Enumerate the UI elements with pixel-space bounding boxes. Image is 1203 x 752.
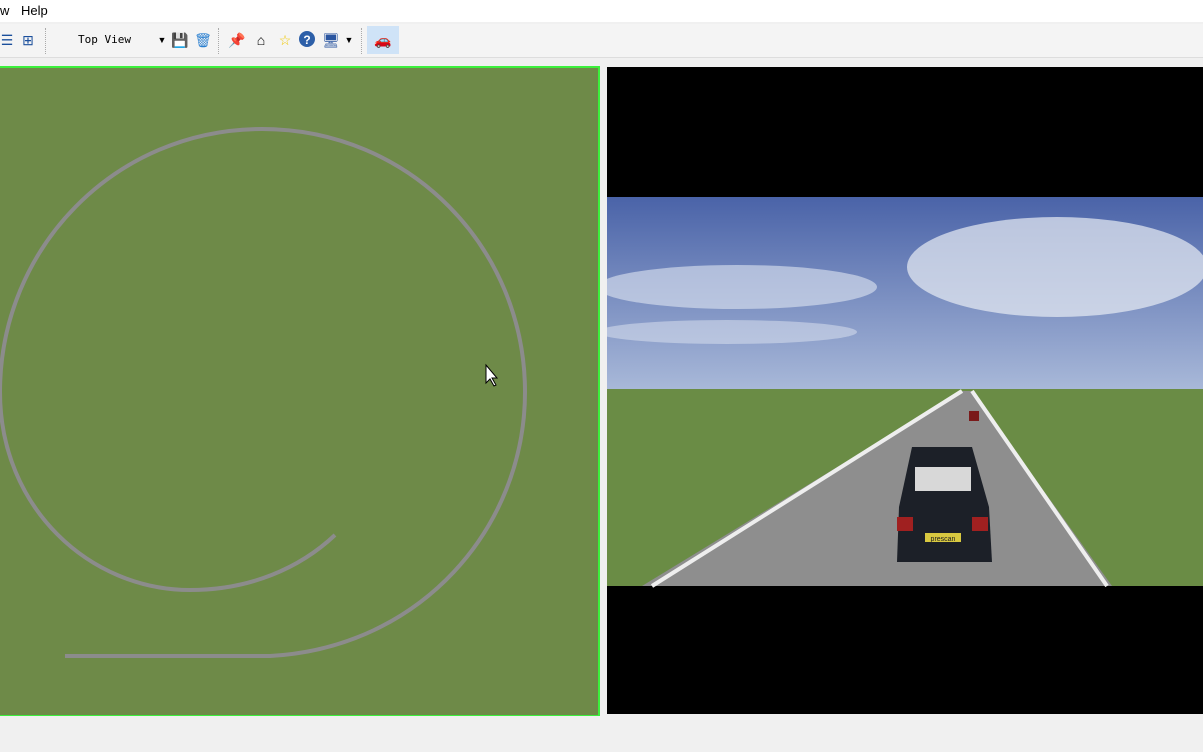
license-plate-text: prescan xyxy=(931,536,956,543)
pin-icon[interactable]: 📌 xyxy=(228,31,246,49)
status-bar xyxy=(0,716,1203,752)
track-map xyxy=(0,126,528,658)
separator xyxy=(218,28,221,54)
cloud xyxy=(597,320,857,344)
separator xyxy=(361,28,364,54)
road-track xyxy=(0,126,528,658)
star-icon[interactable]: ☆ xyxy=(276,31,294,49)
tail-light xyxy=(972,517,988,531)
menu-view[interactable]: w xyxy=(0,3,9,18)
monitor-dropdown-icon[interactable]: ▼ xyxy=(340,31,358,49)
layout-single-icon[interactable]: ☰ xyxy=(0,31,16,49)
dropdown-arrow-icon[interactable]: ▼ xyxy=(153,31,171,49)
mouse-cursor-icon xyxy=(485,363,499,387)
help-icon[interactable]: ? xyxy=(299,31,315,47)
camera-viewport[interactable]: prescan xyxy=(597,67,1203,714)
toolbar: ☰ ⊞ Top View ▼ 💾 🗑 📌 ⌂ ☆ ? 🖥 ▼ 🚗 xyxy=(0,24,1203,58)
cloud xyxy=(907,217,1203,317)
trash-icon[interactable]: 🗑 xyxy=(194,31,212,49)
obstacle-box xyxy=(969,411,979,421)
menu-help[interactable]: Help xyxy=(21,3,48,18)
monitor-icon[interactable]: 🖥 xyxy=(322,31,340,49)
car-scene-icon[interactable]: 🚗 xyxy=(367,26,399,54)
cloud xyxy=(597,265,877,309)
separator xyxy=(45,28,48,54)
top-view-viewport[interactable] xyxy=(0,66,600,717)
tail-light xyxy=(897,517,913,531)
driver-camera-view: prescan xyxy=(597,197,1203,588)
view-select[interactable]: Top View xyxy=(78,33,131,46)
layout-quad-icon[interactable]: ⊞ xyxy=(19,31,37,49)
menu-bar: w Help xyxy=(0,0,1203,22)
car-rear-window xyxy=(915,467,971,491)
house-icon[interactable]: ⌂ xyxy=(252,31,270,49)
save-icon[interactable]: 💾 xyxy=(171,31,189,49)
